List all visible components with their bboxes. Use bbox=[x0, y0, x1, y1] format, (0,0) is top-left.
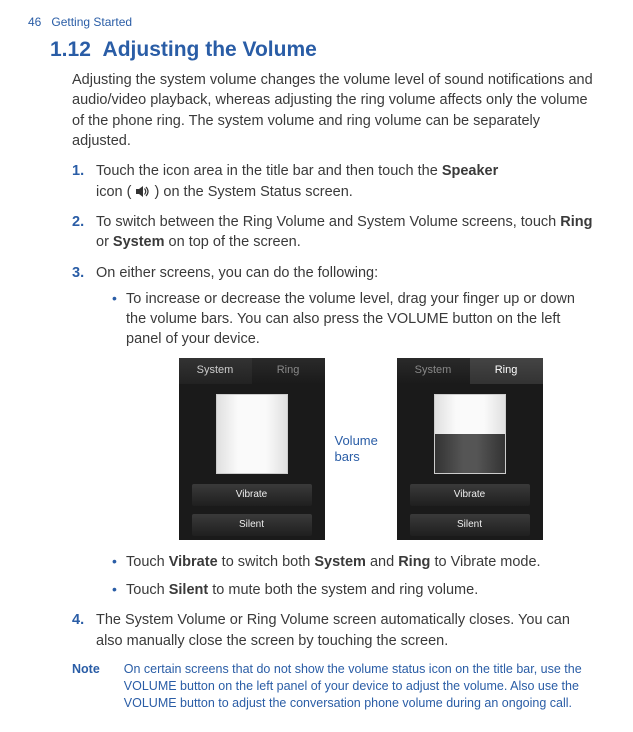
bullet-vibrate: Touch Vibrate to switch both System and … bbox=[112, 552, 595, 572]
step-text: Touch the icon area in the title bar and… bbox=[96, 163, 498, 199]
step-text: To switch between the Ring Volume and Sy… bbox=[96, 214, 592, 250]
step-text: The System Volume or Ring Volume screen … bbox=[96, 612, 570, 648]
section-heading: 1.12 Adjusting the Volume bbox=[50, 35, 605, 64]
running-header: 46 Getting Started bbox=[28, 14, 605, 31]
bullet-silent: Touch Silent to mute both the system and… bbox=[112, 580, 595, 600]
silent-button: Silent bbox=[410, 514, 530, 536]
ring-volume-screen: System Ring Vibrate Silent bbox=[397, 358, 543, 540]
note-text: On certain screens that do not show the … bbox=[124, 661, 595, 712]
page-number: 46 bbox=[28, 15, 41, 29]
note-block: Note On certain screens that do not show… bbox=[72, 661, 595, 712]
tab-system: System bbox=[179, 358, 252, 384]
silent-button: Silent bbox=[192, 514, 312, 536]
figure-volume-screens: System Ring Vibrate Silent Volume bars bbox=[126, 358, 595, 540]
tab-ring: Ring bbox=[470, 358, 543, 384]
vibrate-button: Vibrate bbox=[410, 484, 530, 506]
step-number: 2. bbox=[72, 212, 84, 232]
steps-list: 1. Touch the icon area in the title bar … bbox=[72, 161, 595, 651]
note-label: Note bbox=[72, 661, 100, 712]
speaker-icon bbox=[136, 185, 151, 198]
volume-bar-frame bbox=[216, 394, 288, 474]
step-text: On either screens, you can do the follow… bbox=[96, 265, 378, 281]
step-4: 4. The System Volume or Ring Volume scre… bbox=[72, 610, 595, 651]
bullet-drag-volume: To increase or decrease the volume level… bbox=[112, 289, 595, 540]
chapter-title: Getting Started bbox=[51, 15, 132, 29]
section-title: Adjusting the Volume bbox=[103, 38, 317, 61]
section-number: 1.12 bbox=[50, 38, 91, 61]
tab-system: System bbox=[397, 358, 470, 384]
step-number: 3. bbox=[72, 263, 84, 283]
intro-paragraph: Adjusting the system volume changes the … bbox=[72, 70, 595, 151]
document-page: 46 Getting Started 1.12 Adjusting the Vo… bbox=[0, 0, 633, 732]
vibrate-button: Vibrate bbox=[192, 484, 312, 506]
step-number: 1. bbox=[72, 161, 84, 181]
step-number: 4. bbox=[72, 610, 84, 630]
system-volume-screen: System Ring Vibrate Silent bbox=[179, 358, 325, 540]
volume-bars-label: Volume bars bbox=[335, 433, 387, 464]
tab-ring: Ring bbox=[252, 358, 325, 384]
step-1: 1. Touch the icon area in the title bar … bbox=[72, 161, 595, 202]
volume-bar-frame bbox=[434, 394, 506, 474]
sub-bullets: To increase or decrease the volume level… bbox=[96, 289, 595, 600]
step-3: 3. On either screens, you can do the fol… bbox=[72, 263, 595, 601]
step-2: 2. To switch between the Ring Volume and… bbox=[72, 212, 595, 253]
